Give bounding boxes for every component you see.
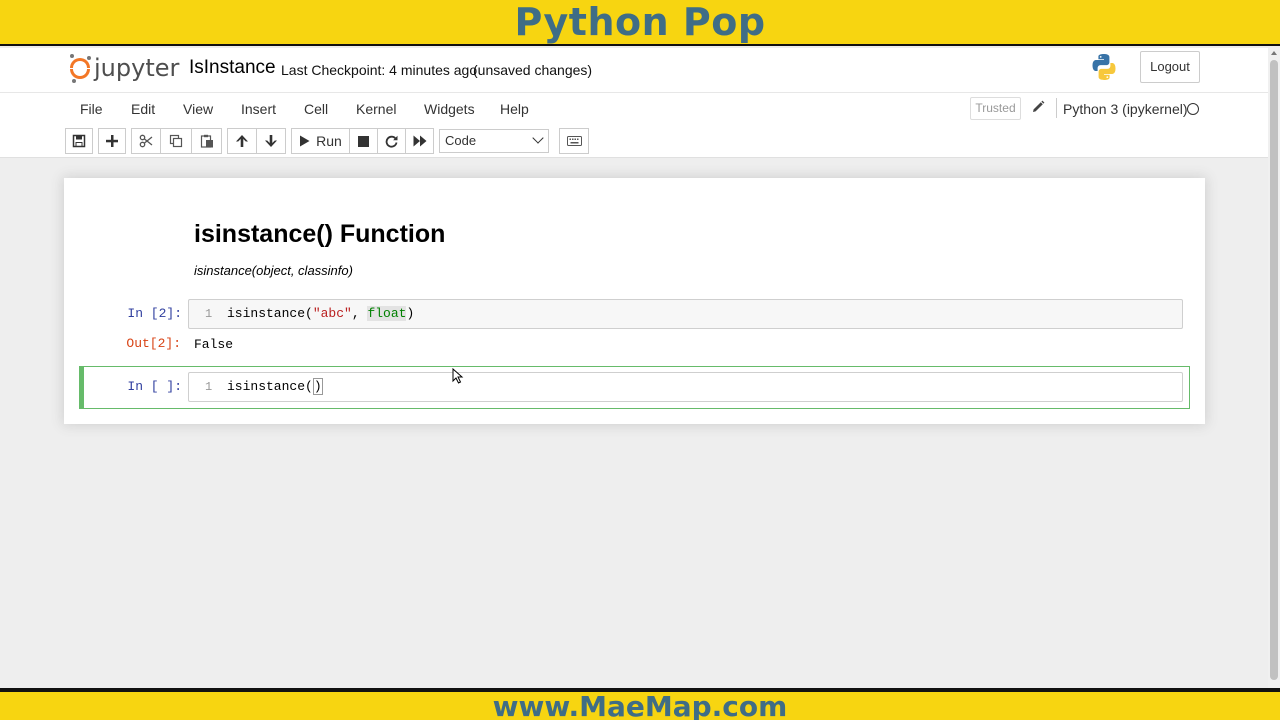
cell-output-prompt: Out[2]: <box>126 336 181 351</box>
menu-help[interactable]: Help <box>500 99 529 119</box>
autosave-status: (unsaved changes) <box>473 62 593 78</box>
code-line[interactable]: isinstance() <box>227 378 323 396</box>
page-scrollbar[interactable] <box>1268 48 1280 688</box>
mouse-pointer-icon <box>452 368 464 384</box>
chevron-down-icon <box>532 132 544 144</box>
markdown-signature: isinstance(object, classinfo) <box>194 263 353 278</box>
code-close-paren: ) <box>312 378 323 395</box>
cell-type-select[interactable]: Code <box>439 129 549 153</box>
code-function: isinstance( <box>227 306 313 321</box>
run-icon <box>300 135 310 147</box>
save-button[interactable] <box>65 128 93 154</box>
notebook-title[interactable]: IsInstance <box>189 56 276 80</box>
move-up-button[interactable] <box>227 128 257 154</box>
menu-cell[interactable]: Cell <box>304 99 328 119</box>
cut-button[interactable] <box>131 128 161 154</box>
menu-edit[interactable]: Edit <box>131 99 155 119</box>
save-icon <box>72 134 86 148</box>
run-label: Run <box>316 133 342 149</box>
line-number: 1 <box>205 380 213 394</box>
paste-button[interactable] <box>192 128 222 154</box>
scrollbar-thumb[interactable] <box>1270 60 1278 680</box>
code-string: "abc" <box>312 306 352 321</box>
scroll-up-icon[interactable] <box>1271 51 1277 55</box>
code-close-paren: ) <box>406 306 415 321</box>
arrow-up-icon <box>236 135 248 147</box>
cell-output-text: False <box>194 337 234 352</box>
line-number: 1 <box>205 307 213 321</box>
menu-insert[interactable]: Insert <box>241 99 276 119</box>
jupyter-logo-icon <box>68 54 92 83</box>
banner-title: Python Pop <box>514 0 766 44</box>
stop-icon <box>358 135 369 147</box>
restart-icon <box>385 135 398 148</box>
scissors-icon <box>139 134 153 148</box>
interrupt-button[interactable] <box>350 128 378 154</box>
jupyter-logo-text: jupyter <box>94 54 180 82</box>
top-banner: Python Pop <box>0 0 1280 46</box>
kernel-separator <box>1056 98 1057 118</box>
code-line[interactable]: isinstance("abc", float) <box>227 305 414 323</box>
arrow-down-icon <box>265 135 277 147</box>
notebook-header: jupyter IsInstance Last Checkpoint: 4 mi… <box>0 48 1268 92</box>
run-button[interactable]: Run <box>291 128 350 154</box>
kernel-name[interactable]: Python 3 (ipykernel) <box>1063 99 1188 119</box>
fast-forward-icon <box>413 135 426 147</box>
jupyter-logo[interactable]: jupyter <box>68 52 179 84</box>
pencil-icon[interactable] <box>1030 99 1046 115</box>
copy-icon <box>169 134 183 148</box>
cell-type-value: Code <box>445 133 477 148</box>
menu-file[interactable]: File <box>80 99 103 119</box>
trusted-indicator[interactable]: Trusted <box>970 97 1021 120</box>
keyboard-icon <box>566 136 582 146</box>
command-palette-button[interactable] <box>559 128 589 154</box>
logout-button[interactable]: Logout <box>1140 51 1200 83</box>
cell-input-prompt: In [ ]: <box>127 379 182 394</box>
menu-kernel[interactable]: Kernel <box>356 99 396 119</box>
toolbar: Run Code <box>0 124 1268 158</box>
plus-icon <box>106 135 118 147</box>
python-logo-icon <box>1092 54 1116 80</box>
bottom-banner: www.MaeMap.com <box>0 688 1280 720</box>
banner-website: www.MaeMap.com <box>492 690 788 720</box>
paste-icon <box>200 134 213 148</box>
code-separator: , <box>351 306 368 321</box>
copy-button[interactable] <box>161 128 192 154</box>
checkpoint-status: Last Checkpoint: 4 minutes ago <box>281 62 478 78</box>
menu-view[interactable]: View <box>183 99 213 119</box>
menubar: File Edit View Insert Cell Kernel Widget… <box>0 92 1268 124</box>
restart-button[interactable] <box>378 128 406 154</box>
menu-widgets[interactable]: Widgets <box>424 99 475 119</box>
restart-run-all-button[interactable] <box>406 128 434 154</box>
markdown-heading: isinstance() Function <box>194 220 446 248</box>
code-cell-input[interactable] <box>188 372 1183 402</box>
code-builtin: float <box>367 306 407 321</box>
kernel-idle-icon <box>1187 103 1199 115</box>
code-function: isinstance( <box>227 379 313 394</box>
move-down-button[interactable] <box>257 128 286 154</box>
cell-input-prompt: In [2]: <box>127 306 182 321</box>
insert-cell-button[interactable] <box>98 128 126 154</box>
